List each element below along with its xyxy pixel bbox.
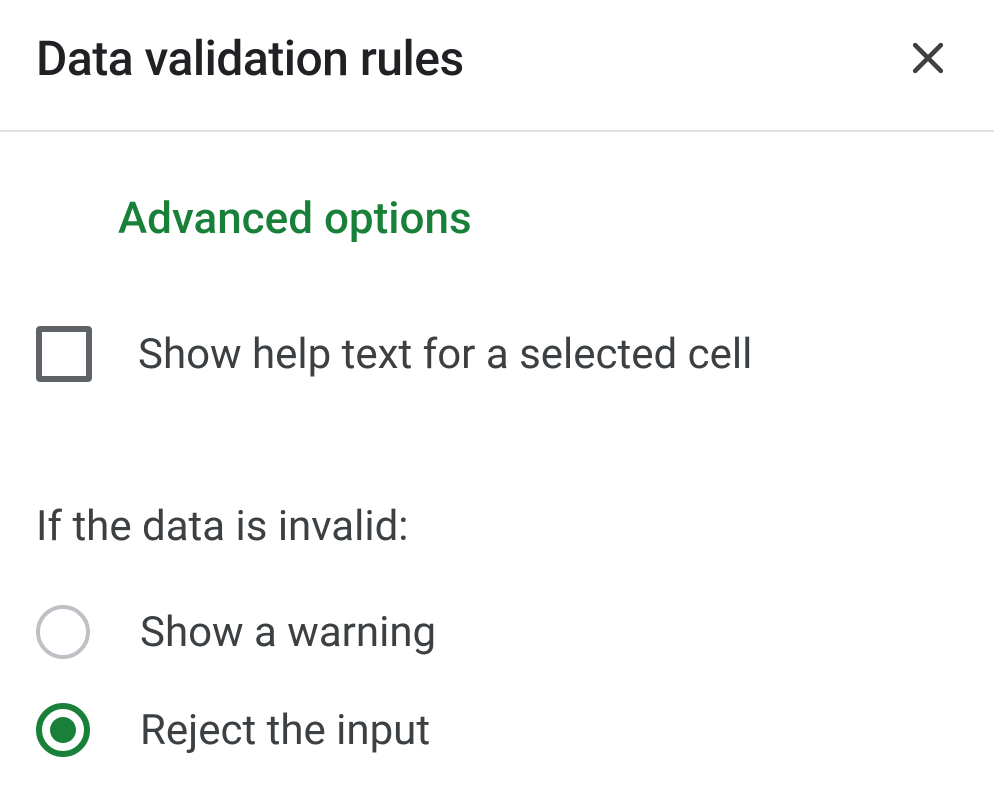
panel-content: Advanced options Show help text for a se… — [0, 132, 994, 757]
help-text-label: Show help text for a selected cell — [138, 330, 752, 379]
radio-row-reject-input: Reject the input — [36, 703, 958, 757]
help-text-row: Show help text for a selected cell — [36, 326, 958, 382]
data-validation-panel: Data validation rules Advanced options S… — [0, 0, 994, 809]
panel-title: Data validation rules — [36, 30, 464, 87]
close-button[interactable] — [898, 28, 958, 88]
advanced-options-toggle[interactable]: Advanced options — [118, 192, 958, 244]
panel-header: Data validation rules — [0, 0, 994, 132]
radio-row-show-warning: Show a warning — [36, 605, 958, 659]
radio-reject-input[interactable] — [36, 703, 90, 757]
radio-label-reject-input: Reject the input — [140, 706, 430, 755]
help-text-checkbox[interactable] — [36, 326, 92, 382]
radio-show-warning[interactable] — [36, 605, 90, 659]
radio-label-show-warning: Show a warning — [140, 608, 436, 657]
close-icon — [906, 36, 950, 80]
invalid-data-section-label: If the data is invalid: — [36, 502, 958, 551]
